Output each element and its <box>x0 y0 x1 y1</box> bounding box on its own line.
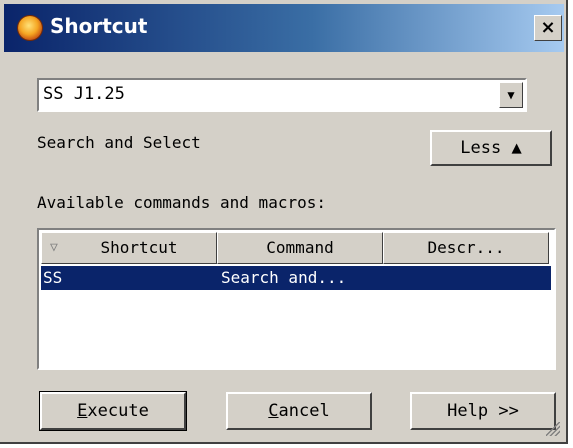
column-header-command[interactable]: Command <box>217 232 383 264</box>
execute-mnemonic: E <box>77 401 88 421</box>
row-command: Search and... <box>221 268 347 287</box>
column-header-shortcut[interactable]: ▽ Shortcut <box>41 232 217 264</box>
close-button[interactable]: × <box>534 15 562 41</box>
search-and-select-label: Search and Select <box>37 133 201 152</box>
execute-rest: xecute <box>87 401 149 421</box>
resize-grip-icon[interactable] <box>546 422 560 436</box>
column-header-description[interactable]: Descr... <box>383 232 549 264</box>
execute-button[interactable]: Execute <box>39 391 187 431</box>
app-icon <box>18 16 42 40</box>
commands-list[interactable]: ▽ Shortcut Command Descr... SS Search an… <box>37 228 556 370</box>
available-commands-label: Available commands and macros: <box>37 193 326 212</box>
help-button[interactable]: Help >> <box>410 392 556 430</box>
dropdown-arrow-icon[interactable]: ▼ <box>499 82 523 108</box>
sort-descending-icon: ▽ <box>50 240 58 255</box>
window-title: Shortcut <box>50 14 148 38</box>
list-item[interactable]: SS Search and... <box>41 266 551 290</box>
row-shortcut: SS <box>43 268 63 287</box>
cancel-button[interactable]: Cancel <box>226 392 372 430</box>
cancel-mnemonic: C <box>268 401 279 421</box>
title-bar[interactable]: Shortcut × <box>4 4 564 52</box>
shortcut-dialog: Shortcut × SS J1.25 ▼ Search and Select … <box>0 0 568 444</box>
cancel-rest: ancel <box>278 401 330 421</box>
shortcut-input[interactable]: SS J1.25 <box>43 84 125 104</box>
shortcut-combobox[interactable]: SS J1.25 ▼ <box>37 78 527 112</box>
less-button[interactable]: Less ▲ <box>430 130 552 166</box>
